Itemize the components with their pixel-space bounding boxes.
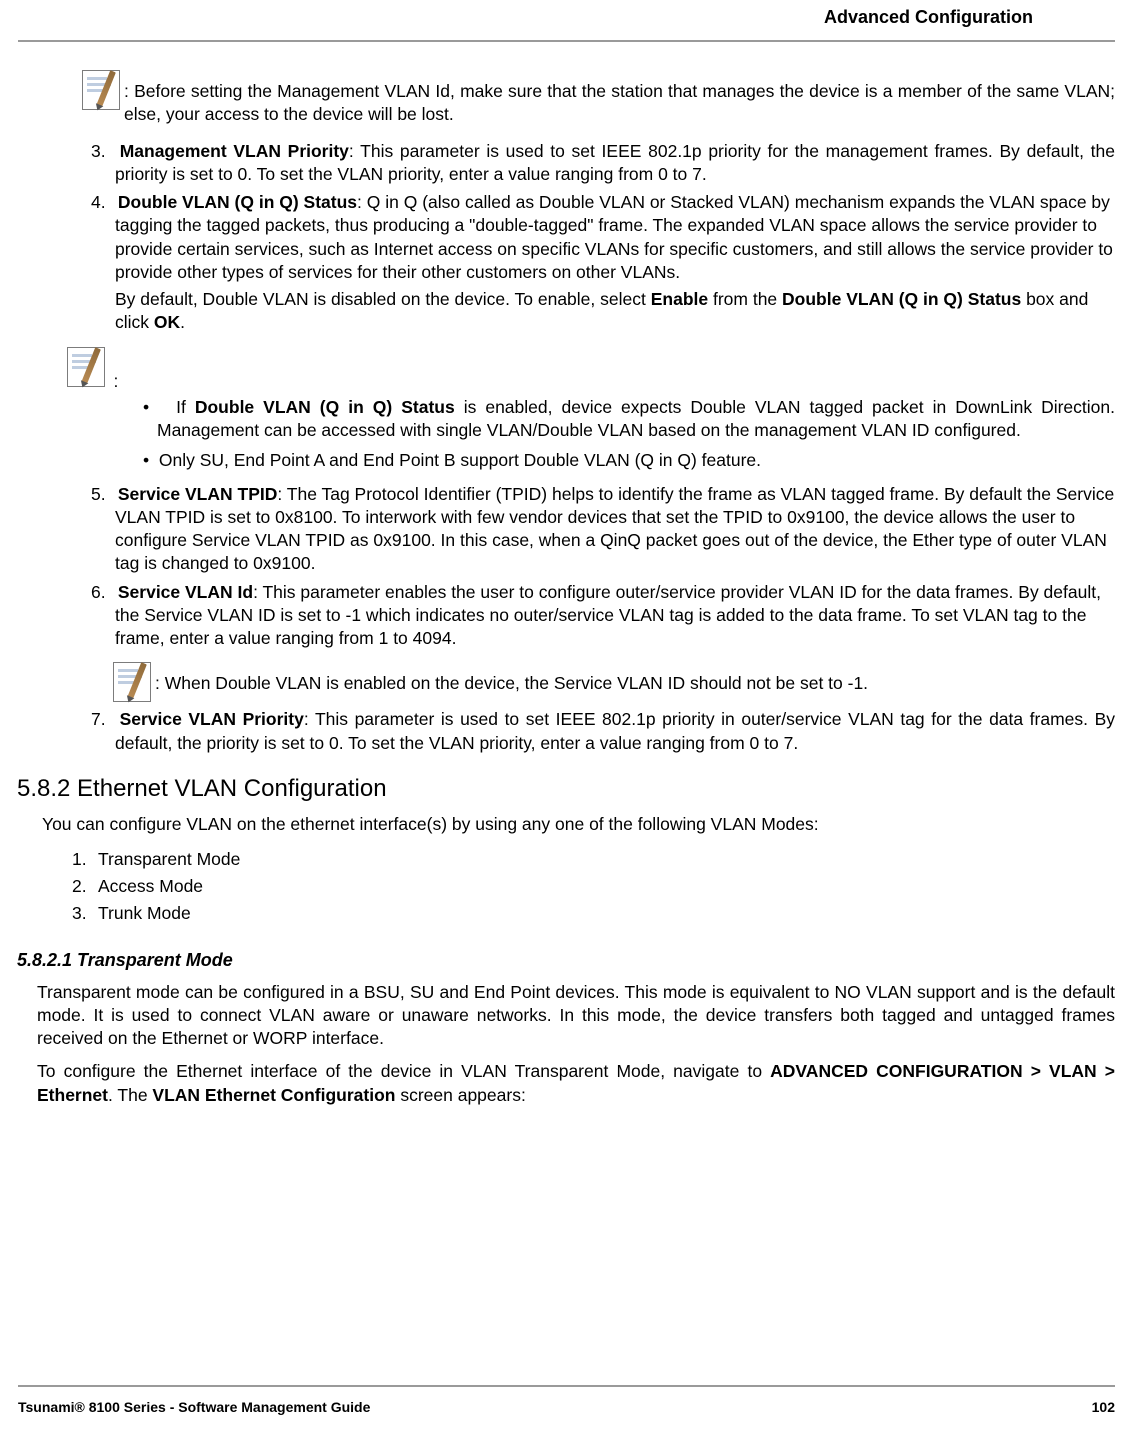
item-label: Service VLAN Id <box>118 582 253 602</box>
item-label: Service VLAN TPID <box>118 484 278 504</box>
bullet-2: Only SU, End Point A and End Point B sup… <box>133 449 1115 473</box>
page: Advanced Configuration : Before setting … <box>0 0 1133 1433</box>
item-num: 6. <box>91 581 113 604</box>
note-icon <box>113 662 151 702</box>
item-4-cont: By default, Double VLAN is disabled on t… <box>115 288 1115 335</box>
section-heading-582: 5.8.2 Ethernet VLAN Configuration <box>17 775 1115 803</box>
note-2-colon: : <box>113 371 118 391</box>
item-label: Management VLAN Priority <box>120 141 349 161</box>
item-label: Double VLAN (Q in Q) Status <box>118 192 357 212</box>
item-3: 3. Management VLAN Priority: This parame… <box>67 140 1115 187</box>
item-label: Service VLAN Priority <box>120 709 304 729</box>
note-3-text: : When Double VLAN is enabled on the dev… <box>155 662 1115 695</box>
mode-1: 1.Transparent Mode <box>72 846 1115 873</box>
item-num: 3. <box>91 140 113 163</box>
section-heading-5821: 5.8.2.1 Transparent Mode <box>17 950 1115 971</box>
item-num: 5. <box>91 483 113 506</box>
note-3: : When Double VLAN is enabled on the dev… <box>113 662 1115 702</box>
top-rule <box>18 40 1115 42</box>
item-6: 6. Service VLAN Id: This parameter enabl… <box>67 581 1115 651</box>
footer-page-number: 102 <box>1092 1399 1115 1415</box>
item-5: 5. Service VLAN TPID: The Tag Protocol I… <box>67 483 1115 576</box>
transparent-p1: Transparent mode can be configured in a … <box>37 981 1115 1051</box>
footer-left: Tsunami® 8100 Series - Software Manageme… <box>18 1399 370 1415</box>
note-icon <box>67 347 105 387</box>
item-7: 7. Service VLAN Priority: This parameter… <box>67 708 1115 755</box>
mode-3: 3.Trunk Mode <box>72 900 1115 927</box>
note-2-bullets: If Double VLAN (Q in Q) Status is enable… <box>133 396 1115 473</box>
mode-2: 2.Access Mode <box>72 873 1115 900</box>
bottom-rule <box>18 1385 1115 1387</box>
item-num: 4. <box>91 191 113 214</box>
note-icon <box>82 70 120 110</box>
param-list-c: 7. Service VLAN Priority: This parameter… <box>67 708 1115 755</box>
note-1: : Before setting the Management VLAN Id,… <box>82 70 1115 126</box>
note-1-text: : Before setting the Management VLAN Id,… <box>124 70 1115 126</box>
param-list-b: 5. Service VLAN TPID: The Tag Protocol I… <box>67 483 1115 651</box>
item-text: : This parameter enables the user to con… <box>115 582 1101 649</box>
content: : Before setting the Management VLAN Id,… <box>17 70 1115 1117</box>
section-582-intro: You can configure VLAN on the ethernet i… <box>42 813 1115 836</box>
item-4: 4. Double VLAN (Q in Q) Status: Q in Q (… <box>67 191 1115 335</box>
transparent-p2: To configure the Ethernet interface of t… <box>37 1060 1115 1107</box>
vlan-modes-list: 1.Transparent Mode 2.Access Mode 3.Trunk… <box>72 846 1115 927</box>
param-list-a: 3. Management VLAN Priority: This parame… <box>67 140 1115 335</box>
bullet-1: If Double VLAN (Q in Q) Status is enable… <box>133 396 1115 443</box>
item-num: 7. <box>91 708 113 731</box>
footer: Tsunami® 8100 Series - Software Manageme… <box>18 1399 1115 1415</box>
header-right: Advanced Configuration <box>824 7 1033 28</box>
